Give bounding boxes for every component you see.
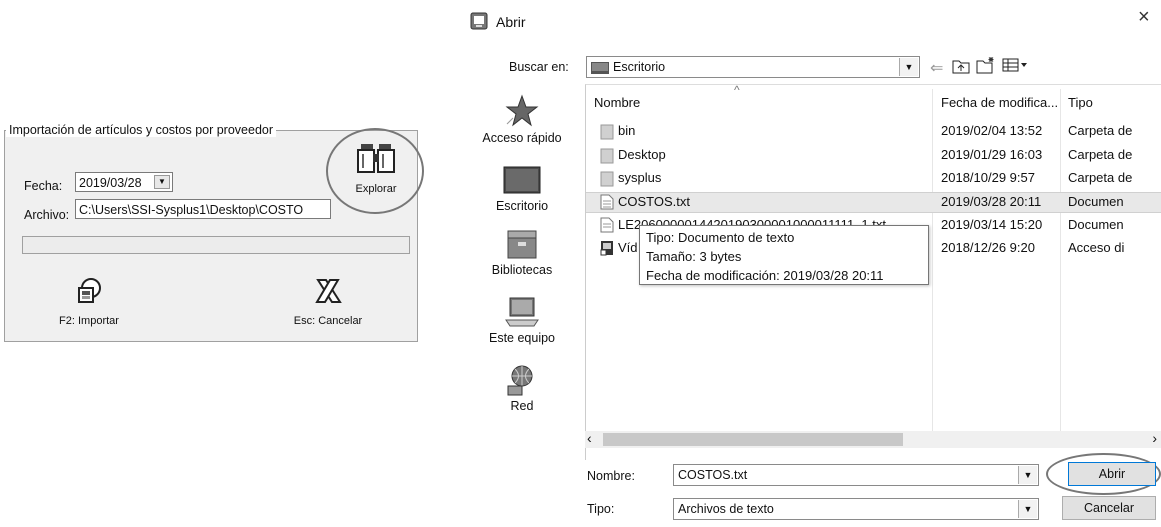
file-row[interactable]: bin 2019/02/04 13:52 Carpeta de — [586, 122, 1161, 141]
place-desktop[interactable]: Escritorio — [466, 166, 578, 213]
folder-icon — [600, 171, 614, 187]
sort-arrow-icon: ^ — [734, 83, 740, 97]
column-header-date[interactable]: Fecha de modifica... — [941, 95, 1058, 110]
file-date: 2019/03/28 20:11 — [941, 194, 1042, 209]
file-row[interactable]: Desktop 2019/01/29 16:03 Carpeta de — [586, 146, 1161, 165]
open-file-dialog: Abrir × Buscar en: Escritorio ▼ ⇐ Acceso… — [462, 0, 1161, 527]
fecha-label: Fecha: — [24, 179, 63, 193]
column-header-type[interactable]: Tipo — [1068, 95, 1093, 110]
computer-icon — [502, 296, 542, 328]
file-type: Carpeta de — [1068, 170, 1133, 185]
close-icon[interactable]: × — [1138, 6, 1150, 29]
tooltip-size: Tamaño: 3 bytes — [646, 249, 742, 264]
scroll-left-icon[interactable]: ‹ — [587, 430, 592, 446]
group-title: Importación de artículos y costos por pr… — [6, 123, 277, 137]
buscar-value: Escritorio — [613, 60, 666, 74]
chevron-down-icon[interactable]: ▼ — [899, 58, 918, 76]
file-date: 2018/12/26 9:20 — [941, 240, 1035, 255]
desktop-small-icon — [591, 61, 609, 74]
place-quick-access[interactable]: Acceso rápido — [466, 94, 578, 145]
place-label: Escritorio — [495, 199, 549, 213]
cancel-x-icon — [313, 276, 343, 306]
nombre-combo[interactable]: COSTOS.txt ▼ — [673, 464, 1039, 486]
archivo-value: C:\Users\SSI-Sysplus1\Desktop\COSTO — [79, 203, 304, 217]
file-name: Desktop — [618, 147, 666, 162]
tooltip-date: Fecha de modificación: 2019/03/28 20:11 — [646, 268, 884, 283]
chevron-down-icon[interactable]: ▼ — [1018, 500, 1037, 518]
cancelar-panel-label: Esc: Cancelar — [293, 315, 363, 327]
place-label: Bibliotecas — [491, 263, 553, 277]
file-name: sysplus — [618, 170, 662, 185]
file-name: bin — [618, 123, 636, 138]
place-libraries[interactable]: Bibliotecas — [466, 228, 578, 277]
scroll-thumb[interactable] — [603, 433, 903, 446]
library-icon — [504, 228, 540, 260]
places-bar: Acceso rápido Escritorio Bibliotecas Est… — [466, 86, 578, 476]
place-label: Red — [510, 399, 534, 413]
up-folder-icon[interactable] — [952, 58, 970, 74]
file-date: 2018/10/29 9:57 — [941, 170, 1035, 185]
tipo-combo[interactable]: Archivos de texto ▼ — [673, 498, 1039, 520]
file-date: 2019/01/29 16:03 — [941, 147, 1043, 162]
explorar-label: Explorar — [355, 183, 397, 195]
scroll-right-icon[interactable]: › — [1152, 430, 1157, 446]
nombre-label: Nombre: — [587, 469, 635, 483]
buscar-label: Buscar en: — [509, 60, 569, 74]
archivo-label: Archivo: — [24, 208, 70, 222]
place-label: Este equipo — [488, 331, 556, 345]
desktop-icon — [502, 166, 542, 196]
file-tooltip: Tipo: Documento de texto Tamaño: 3 bytes… — [639, 225, 929, 285]
cancelar-panel-button[interactable]: Esc: Cancelar — [278, 276, 378, 327]
buscar-combo[interactable]: Escritorio ▼ — [586, 56, 920, 78]
explorar-button[interactable]: Explorar — [338, 140, 414, 210]
place-this-pc[interactable]: Este equipo — [466, 296, 578, 345]
file-type: Carpeta de — [1068, 123, 1133, 138]
import-panel: Importación de artículos y costos por pr… — [0, 0, 440, 527]
nombre-value: COSTOS.txt — [678, 468, 748, 482]
import-progress-bar — [22, 236, 410, 254]
importar-button[interactable]: F2: Importar — [44, 276, 134, 327]
chevron-down-icon[interactable]: ▼ — [154, 175, 170, 189]
place-label: Acceso rápido — [482, 131, 562, 145]
view-menu-icon[interactable] — [1002, 58, 1028, 72]
archivo-field[interactable]: C:\Users\SSI-Sysplus1\Desktop\COSTO — [75, 199, 331, 219]
folder-icon — [600, 148, 614, 164]
network-icon — [504, 362, 540, 396]
file-type: Documen — [1068, 217, 1124, 232]
binoculars-icon — [355, 140, 397, 176]
tipo-value: Archivos de texto — [678, 502, 774, 516]
importar-label: F2: Importar — [59, 315, 119, 327]
dialog-app-icon — [470, 12, 488, 30]
fecha-field[interactable]: 2019/03/28 ▼ — [75, 172, 173, 192]
chevron-down-icon[interactable]: ▼ — [1018, 466, 1037, 484]
file-name: Víd — [618, 240, 638, 255]
abrir-button[interactable]: Abrir — [1068, 462, 1156, 486]
tooltip-type: Tipo: Documento de texto — [646, 230, 795, 245]
text-file-icon — [600, 194, 614, 210]
cancelar-button[interactable]: Cancelar — [1062, 496, 1156, 520]
file-row[interactable]: sysplus 2018/10/29 9:57 Carpeta de — [586, 169, 1161, 188]
video-shortcut-icon — [600, 240, 614, 256]
column-header-name[interactable]: Nombre — [594, 95, 640, 110]
file-type: Documen — [1068, 194, 1124, 209]
place-network[interactable]: Red — [466, 362, 578, 413]
file-type: Carpeta de — [1068, 147, 1133, 162]
file-date: 2019/03/14 15:20 — [941, 217, 1043, 232]
back-arrow-icon[interactable]: ⇐ — [930, 58, 943, 78]
file-row-selected[interactable]: COSTOS.txt 2019/03/28 20:11 Documen — [586, 192, 1161, 213]
tipo-label: Tipo: — [587, 502, 615, 516]
horizontal-scrollbar[interactable]: ‹ › — [585, 430, 1161, 448]
folder-icon — [600, 124, 614, 140]
fecha-value: 2019/03/28 — [79, 176, 142, 190]
star-icon — [505, 94, 539, 128]
file-date: 2019/02/04 13:52 — [941, 123, 1043, 138]
file-type: Acceso di — [1068, 240, 1125, 255]
new-folder-icon[interactable] — [976, 56, 996, 74]
dialog-title: Abrir — [496, 14, 526, 30]
text-file-icon — [600, 217, 614, 233]
file-name: COSTOS.txt — [618, 194, 690, 209]
import-icon — [74, 276, 104, 306]
